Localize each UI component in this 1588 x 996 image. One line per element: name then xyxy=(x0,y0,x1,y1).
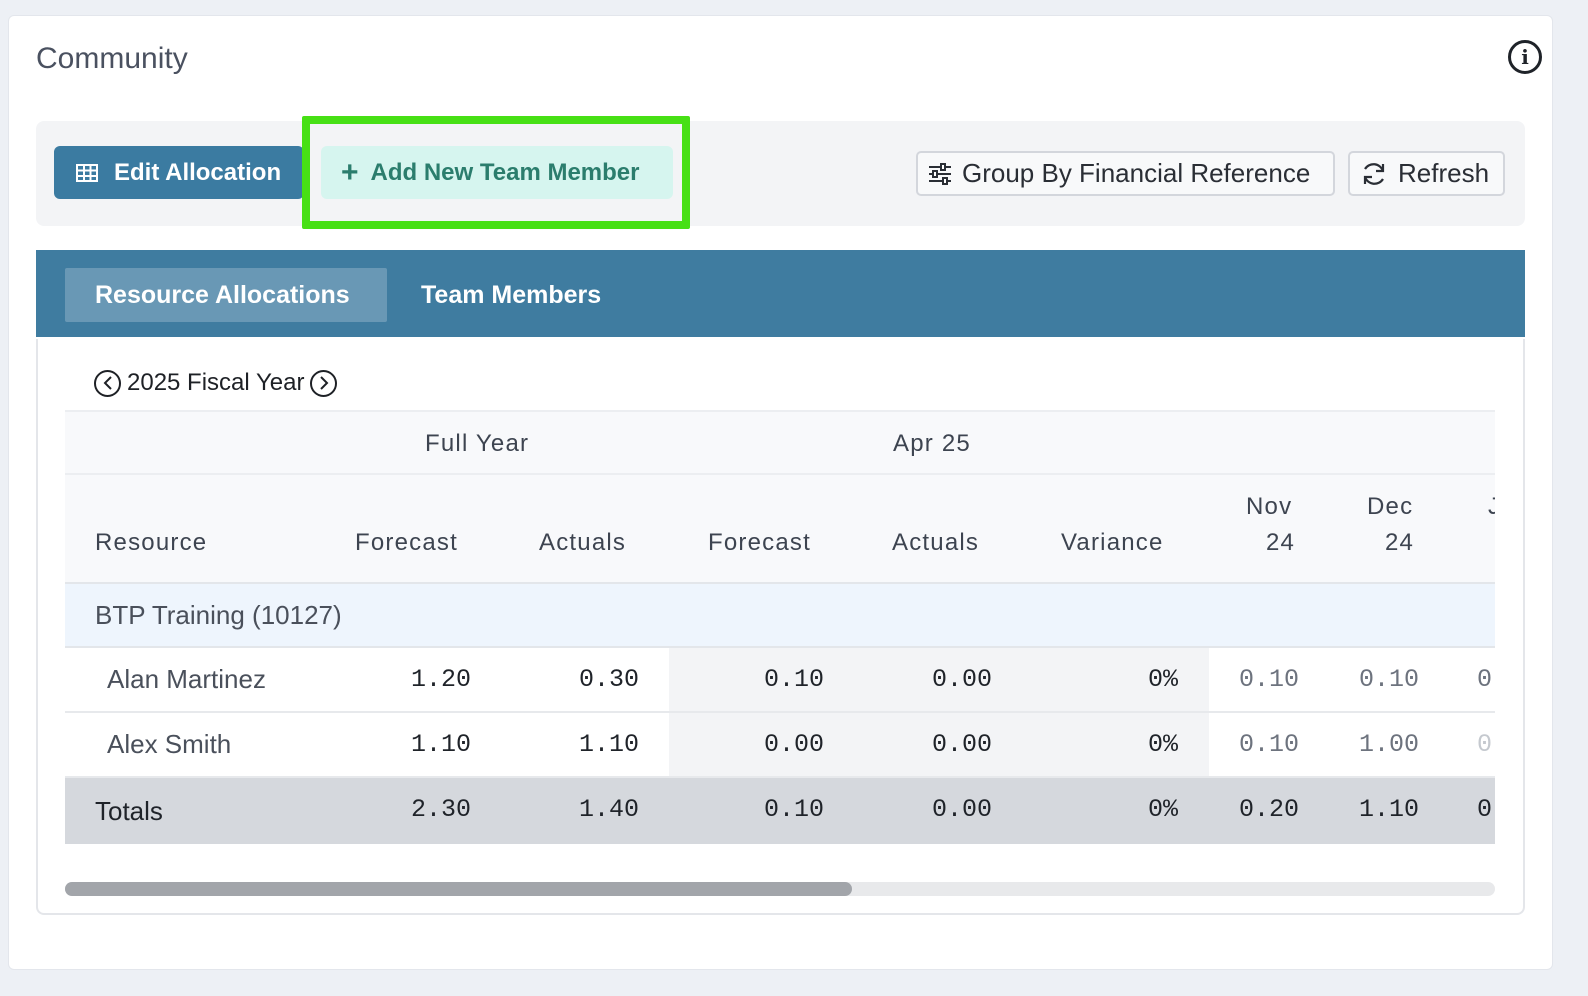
header-apr-25: Apr 25 xyxy=(893,430,971,457)
edit-allocation-label: Edit Allocation xyxy=(114,158,282,186)
fy-forecast-value: 1.10 xyxy=(410,730,471,759)
total-fy-forecast: 2.30 xyxy=(410,794,471,824)
horizontal-scrollbar[interactable] xyxy=(65,882,1495,896)
table-row[interactable]: Alan Martinez 1.20 0.30 0.10 0.00 0% 0.1… xyxy=(65,648,1495,713)
header-dec-year: 24 xyxy=(1385,529,1415,556)
dec-value[interactable]: 1.00 xyxy=(1269,713,1419,776)
apr-actuals-value: 0.00 xyxy=(931,730,992,759)
tab-team-members[interactable]: Team Members xyxy=(391,268,631,322)
table-row[interactable]: Alex Smith 1.10 1.10 0.00 0.00 0% 0.10 1… xyxy=(65,713,1495,778)
tab-bar: Resource Allocations Team Members xyxy=(36,250,1525,337)
edit-allocation-button[interactable]: Edit Allocation xyxy=(54,146,304,199)
resource-name: Alex Smith xyxy=(107,729,232,759)
group-row[interactable]: BTP Training (10127) xyxy=(65,582,1495,648)
jan-value[interactable]: 0 xyxy=(1477,648,1492,711)
total-dec: 1.10 xyxy=(1358,794,1419,824)
card-title: Community xyxy=(36,42,188,75)
header-apr-actuals: Actuals xyxy=(892,529,980,556)
sliders-icon xyxy=(929,162,951,185)
header-nov-month: Nov xyxy=(1246,493,1293,520)
header-group-row: Full Year Apr 25 xyxy=(65,410,1495,475)
apr-forecast-value[interactable]: 0.10 xyxy=(674,648,824,711)
table-grid-icon xyxy=(76,163,98,182)
scrollbar-thumb[interactable] xyxy=(65,882,852,896)
refresh-label: Refresh xyxy=(1398,158,1490,188)
header-apr-forecast: Forecast xyxy=(708,529,811,556)
apr-actuals-value: 0.00 xyxy=(931,665,992,694)
previous-year-icon[interactable] xyxy=(94,369,121,397)
group-by-label: Group By Financial Reference xyxy=(962,158,1311,188)
jan-value[interactable]: 0 xyxy=(1477,713,1492,776)
next-year-icon[interactable] xyxy=(310,369,338,397)
highlight-box xyxy=(302,116,690,229)
header-jan-month: J xyxy=(1488,493,1495,521)
header-full-year: Full Year xyxy=(425,430,530,457)
refresh-icon xyxy=(1363,162,1385,185)
fy-actuals-value: 1.10 xyxy=(578,730,639,759)
total-fy-actuals: 1.40 xyxy=(578,794,639,824)
header-variance: Variance xyxy=(1061,529,1164,556)
group-label: BTP Training (10127) xyxy=(95,599,342,630)
header-fy-forecast: Forecast xyxy=(355,529,458,556)
fy-actuals-value: 0.30 xyxy=(578,665,639,694)
total-apr-forecast: 0.10 xyxy=(763,794,824,824)
fiscal-year-nav: 2025 Fiscal Year xyxy=(94,368,338,398)
totals-row: Totals 2.30 1.40 0.10 0.00 0% 0.20 1.10 … xyxy=(65,778,1495,844)
header-nov-year: 24 xyxy=(1266,529,1296,556)
totals-label: Totals xyxy=(95,795,163,826)
header-fy-actuals: Actuals xyxy=(539,529,627,556)
fy-forecast-value: 1.20 xyxy=(410,665,471,694)
refresh-button[interactable]: Refresh xyxy=(1348,151,1505,196)
allocation-table: Full Year Apr 25 Resource Forecast Actua… xyxy=(65,410,1495,844)
dec-value[interactable]: 0.10 xyxy=(1269,648,1419,711)
apr-forecast-value[interactable]: 0.00 xyxy=(674,713,824,776)
header-resource: Resource xyxy=(95,529,208,556)
total-jan: 0 xyxy=(1477,794,1493,824)
group-by-button[interactable]: Group By Financial Reference xyxy=(916,151,1335,196)
total-apr-actuals: 0.00 xyxy=(931,794,992,824)
resource-name: Alan Martinez xyxy=(107,664,266,694)
tab-resource-allocations[interactable]: Resource Allocations xyxy=(65,268,387,322)
fiscal-year-label: 2025 Fiscal Year xyxy=(127,369,305,396)
header-dec-month: Dec xyxy=(1367,493,1414,520)
header-column-row: Resource Forecast Actuals Forecast Actua… xyxy=(65,475,1495,582)
info-icon[interactable]: i xyxy=(1508,40,1542,74)
